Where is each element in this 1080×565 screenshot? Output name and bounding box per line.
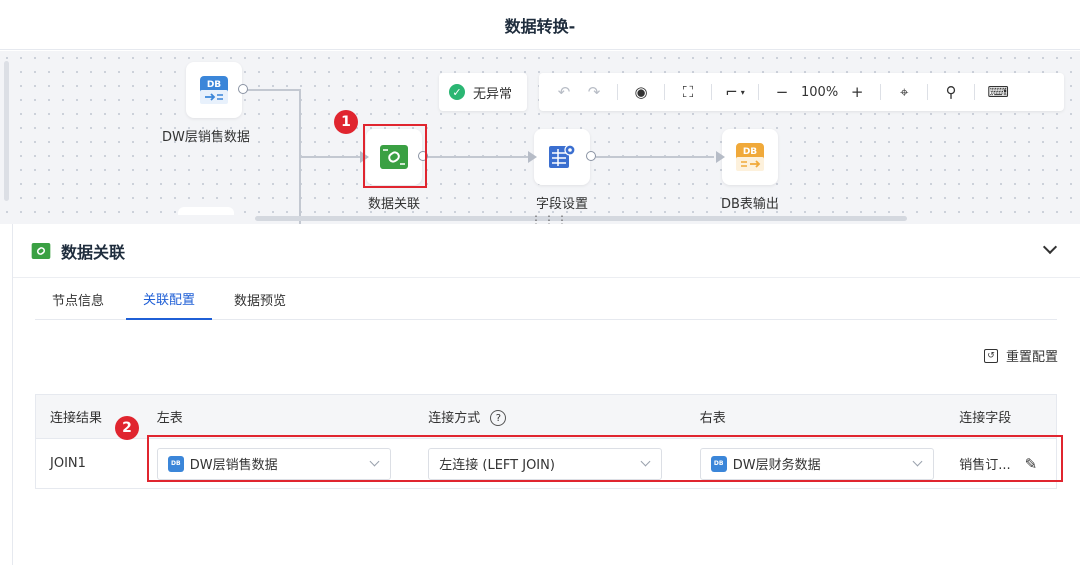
reset-icon: ↺ bbox=[983, 348, 998, 363]
canvas-horizontal-scrollbar[interactable] bbox=[255, 216, 907, 221]
validation-status[interactable]: ✓ 无异常 bbox=[439, 73, 527, 111]
node-field-setting-box[interactable] bbox=[528, 129, 596, 185]
resize-handle-icon[interactable]: ⋮⋮⋮ bbox=[530, 214, 569, 224]
toolbar-divider bbox=[664, 84, 665, 100]
fit-view-icon[interactable]: ⛶ bbox=[677, 80, 699, 104]
highlight-data-join bbox=[363, 124, 427, 188]
undo-icon[interactable]: ↶ bbox=[553, 80, 575, 104]
step-badge-2: 2 bbox=[115, 416, 139, 440]
toolbar-divider bbox=[617, 84, 618, 100]
toolbar-divider bbox=[711, 84, 712, 100]
node-db-output[interactable]: DB DB表输出 bbox=[715, 129, 779, 212]
toolbar-divider bbox=[927, 84, 929, 100]
header-join-type-label: 连接方式 bbox=[428, 410, 481, 426]
keyboard-icon[interactable]: ⌨ bbox=[987, 80, 1009, 104]
flow-canvas[interactable]: DB DW层销售数据 数据关联 1 字段设置 DB DB表输出 ✓ 无异常 ↶ … bbox=[0, 51, 1080, 224]
table-settings-icon bbox=[549, 144, 576, 168]
cell-result: JOIN1 bbox=[50, 456, 86, 471]
zoom-out-icon[interactable]: − bbox=[771, 80, 793, 104]
redo-icon[interactable]: ↷ bbox=[583, 80, 605, 104]
header-join-type: 连接方式 ? bbox=[424, 407, 695, 427]
page-title: 数据转换- bbox=[504, 16, 576, 36]
port-out-field[interactable] bbox=[586, 151, 596, 161]
help-icon[interactable]: ? bbox=[490, 410, 507, 427]
search-icon[interactable]: ⚲ bbox=[940, 80, 962, 104]
svg-text:DB: DB bbox=[743, 147, 757, 157]
node-config-panel: 数据关联 节点信息 关联配置 数据预览 ↺ 重置配置 连接结果 左表 连接方式 … bbox=[12, 224, 1080, 565]
port-in-field[interactable] bbox=[528, 151, 537, 163]
table-header: 连接结果 左表 连接方式 ? 右表 连接字段 bbox=[36, 395, 1056, 439]
port-out-dw[interactable] bbox=[237, 84, 248, 94]
check-circle-icon: ✓ bbox=[449, 84, 465, 100]
db-output-icon: DB bbox=[735, 143, 764, 171]
node-dw-sales-box[interactable]: DB bbox=[185, 62, 248, 118]
header-field: 连接字段 bbox=[959, 411, 1012, 426]
toolbar-divider bbox=[974, 84, 976, 100]
tab-node-info[interactable]: 节点信息 bbox=[35, 278, 121, 320]
node-db-output-box[interactable]: DB bbox=[715, 129, 778, 185]
node-dw-sales-label: DW层销售数据 bbox=[162, 130, 250, 145]
tab-data-preview[interactable]: 数据预览 bbox=[217, 278, 303, 320]
page-header: 数据转换- bbox=[0, 0, 1080, 50]
locate-icon[interactable]: ⌖ bbox=[893, 80, 915, 104]
collapse-chevron-icon[interactable] bbox=[1042, 239, 1058, 255]
reset-config-button[interactable]: ↺ 重置配置 bbox=[983, 346, 1058, 365]
header-left: 左表 bbox=[156, 411, 183, 426]
node-db-output-label: DB表输出 bbox=[721, 197, 779, 212]
canvas-vertical-scrollbar[interactable] bbox=[4, 61, 9, 201]
toolbar-divider bbox=[758, 84, 759, 100]
node-dw-sales[interactable]: DB DW层销售数据 bbox=[162, 62, 250, 145]
node-field-setting-label: 字段设置 bbox=[535, 197, 588, 212]
canvas-toolbar: ↶ ↷ ◉ ⛶ ⌐ ▾ − 100% + ⌖ ⚲ ⌨ bbox=[539, 73, 1064, 111]
panel-title: 数据关联 bbox=[61, 242, 126, 262]
svg-text:DB: DB bbox=[207, 80, 221, 90]
node-hidden-top bbox=[178, 207, 234, 215]
tab-join-config[interactable]: 关联配置 bbox=[126, 278, 213, 320]
toolbar-divider bbox=[880, 84, 882, 100]
edge-dw-to-join-3 bbox=[300, 156, 362, 158]
zoom-level: 100% bbox=[801, 84, 839, 100]
port-in-output[interactable] bbox=[715, 151, 725, 163]
panel-header: 数据关联 bbox=[13, 224, 1080, 278]
header-right: 右表 bbox=[699, 411, 726, 426]
db-input-icon: DB bbox=[199, 76, 228, 104]
validation-status-label: 无异常 bbox=[473, 86, 513, 102]
zoom-in-icon[interactable]: + bbox=[846, 80, 868, 104]
panel-tabs: 节点信息 关联配置 数据预览 bbox=[35, 278, 1057, 320]
node-data-join-label: 数据关联 bbox=[367, 197, 420, 212]
highlight-join-row bbox=[147, 435, 1063, 482]
edge-join-to-field bbox=[428, 156, 530, 158]
step-badge-1: 1 bbox=[334, 110, 358, 134]
layout-icon[interactable]: ⌐ ▾ bbox=[724, 80, 746, 104]
link-icon bbox=[31, 242, 51, 259]
node-field-setting[interactable]: 字段设置 bbox=[528, 129, 596, 212]
reset-config-label: 重置配置 bbox=[1005, 350, 1058, 365]
edge-field-to-output bbox=[596, 156, 714, 158]
preview-eye-icon[interactable]: ◉ bbox=[630, 80, 652, 104]
